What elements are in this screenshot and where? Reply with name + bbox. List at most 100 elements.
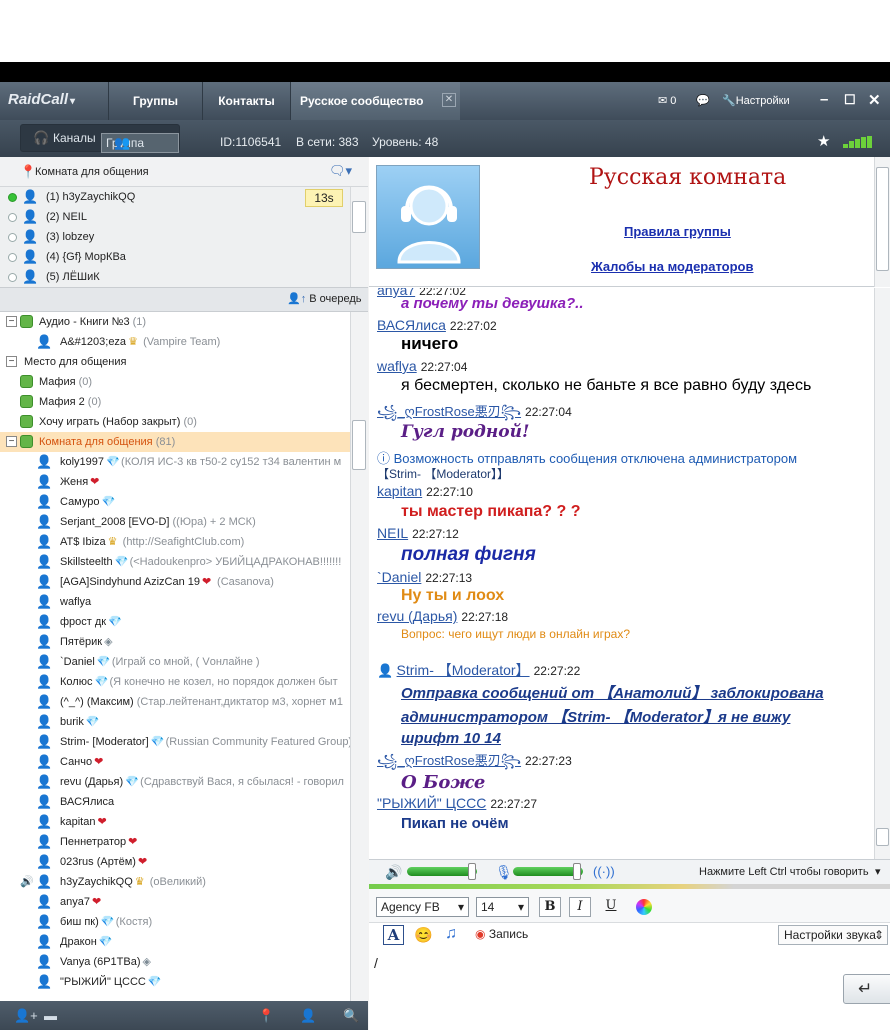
- queue-item[interactable]: 👤 (3) lobzey: [0, 227, 350, 247]
- channel-user[interactable]: 👤 burik 💎: [0, 712, 350, 732]
- channel-user[interactable]: 👤 Skillsteelth 💎(<Hadoukenpro> УБИЙЦАДРАКО…: [0, 552, 350, 572]
- channel-item[interactable]: − Аудио - Книги №3 (1): [0, 312, 350, 332]
- search-icon[interactable]: 🔍: [343, 1008, 359, 1024]
- channel-user[interactable]: 👤 anya7 ❤: [0, 892, 350, 912]
- join-queue-button[interactable]: 👤↑ В очередь: [287, 292, 362, 305]
- channel-user[interactable]: 👤 [AGA]Sindyhund AzizCan 19 ❤ (Casanova): [0, 572, 350, 592]
- chat-scrollbar[interactable]: [874, 288, 890, 859]
- channel-group[interactable]: − Место для общения: [0, 352, 350, 372]
- maximize-button[interactable]: ☐: [844, 92, 856, 108]
- channel-user[interactable]: 👤 Женя ❤: [0, 472, 350, 492]
- channel-item[interactable]: − Комната для общения (81): [0, 432, 350, 452]
- message-nick[interactable]: Strim- 【Moderator】: [397, 662, 530, 678]
- add-friend-icon[interactable]: 👤+: [14, 1008, 38, 1024]
- minimize-button[interactable]: –: [820, 91, 828, 108]
- voice-mode-dropdown-icon[interactable]: ▾: [875, 865, 881, 878]
- channel-user[interactable]: 👤 `Daniel 💎(Играй со мной, ( Vонлайне ): [0, 652, 350, 672]
- message-nick[interactable]: ꧁_ღFrostRose悪刃꧂: [377, 404, 521, 419]
- queue-scrollbar[interactable]: [350, 187, 368, 287]
- channel-user[interactable]: 🔊 👤 h3yZaychikQQ ♛ (оВеликий): [0, 872, 350, 892]
- channel-user[interactable]: 👤 A&#1203;eza ♛ (Vampire Team): [0, 332, 350, 352]
- speaker-volume-slider[interactable]: [407, 867, 477, 876]
- chat-scroll-thumb[interactable]: [876, 828, 889, 846]
- tab-russian-community[interactable]: Русское сообщество: [290, 82, 460, 120]
- collapse-icon[interactable]: ▬: [44, 1008, 57, 1023]
- font-select[interactable]: Agency FB ▾: [376, 897, 469, 917]
- mic-queue-menu-icon[interactable]: 🗨▾: [329, 163, 352, 179]
- close-tab-icon[interactable]: ✕: [442, 93, 456, 107]
- collapse-toggle-icon[interactable]: −: [6, 356, 17, 367]
- brand-menu[interactable]: RaidCall ▾: [8, 91, 75, 108]
- message-nick[interactable]: waflya: [377, 358, 417, 374]
- font-size-select[interactable]: 14 ▾: [476, 897, 529, 917]
- emoticon-icon[interactable]: 😊: [414, 926, 433, 944]
- tree-scrollbar[interactable]: [350, 312, 368, 1001]
- channel-user[interactable]: 👤 биш пк) 💎(Костя): [0, 912, 350, 932]
- channel-user[interactable]: 👤 Санчо ❤: [0, 752, 350, 772]
- message-nick[interactable]: ВАСЯлиса: [377, 317, 446, 333]
- tab-contacts[interactable]: Контакты: [202, 82, 290, 120]
- message-nick[interactable]: ꧁_ღFrostRose悪刃꧂: [377, 753, 521, 768]
- channel-user[interactable]: 👤 фрост дк 💎: [0, 612, 350, 632]
- channels-button[interactable]: 🎧 Каналы: [21, 125, 101, 151]
- queue-item[interactable]: 👤 (2) NEIL: [0, 207, 350, 227]
- channel-user[interactable]: 👤 "РЫЖИЙ" ЦССС 💎: [0, 972, 350, 992]
- font-style-icon[interactable]: A: [383, 925, 404, 945]
- settings-button[interactable]: 🔧Настройки: [722, 94, 790, 107]
- channel-item[interactable]: Мафия 2 (0): [0, 392, 350, 412]
- message-nick[interactable]: revu (Дарья): [377, 608, 457, 624]
- broadcast-icon[interactable]: ((·)): [593, 864, 615, 879]
- star-icon[interactable]: ★: [817, 132, 830, 150]
- send-button[interactable]: ↵: [843, 974, 890, 1004]
- channel-user[interactable]: 👤 kapitan ❤: [0, 812, 350, 832]
- channel-user[interactable]: 👤 revu (Дарья) 💎(Сдравствуй Вася, я сбылас…: [0, 772, 350, 792]
- mic-volume-knob[interactable]: [573, 863, 581, 880]
- queue-scroll-thumb[interactable]: [352, 201, 366, 233]
- music-icon[interactable]: ♫: [445, 925, 457, 943]
- queue-item[interactable]: 👤 (5) ЛЁШиК: [0, 267, 350, 287]
- speaker-icon[interactable]: 🔊: [385, 864, 402, 881]
- italic-button[interactable]: I: [569, 897, 591, 917]
- channel-user[interactable]: 👤 Дракон 💎: [0, 932, 350, 952]
- channel-user[interactable]: 👤 (^_^) (Максим) (Стар.лейтенант,диктатор…: [0, 692, 350, 712]
- collapse-toggle-icon[interactable]: −: [6, 316, 17, 327]
- user-icon[interactable]: 👤: [300, 1008, 316, 1024]
- channel-user[interactable]: 👤 Пеннетратор ❤: [0, 832, 350, 852]
- tab-groups[interactable]: Группы: [108, 82, 202, 120]
- channel-user[interactable]: 👤 Пятёрик ◈: [0, 632, 350, 652]
- sound-settings-select[interactable]: Настройки звука ⇕: [778, 925, 888, 945]
- channel-user[interactable]: 👤 Serjant_2008 [EVO-D] ((Юра) + 2 МСК): [0, 512, 350, 532]
- message-input[interactable]: / ↵: [369, 949, 890, 1030]
- channel-user[interactable]: 👤 Самуро 💎: [0, 492, 350, 512]
- group-button[interactable]: 👥 Группа: [101, 133, 179, 153]
- banner-scroll-thumb[interactable]: [876, 167, 889, 271]
- channel-user[interactable]: 👤 023rus (Артём) ❤: [0, 852, 350, 872]
- banner-scrollbar[interactable]: [874, 157, 890, 287]
- channel-user[interactable]: 👤 ВАСЯлиса: [0, 792, 350, 812]
- queue-item[interactable]: 👤 (1) h3yZaychikQQ: [0, 187, 350, 207]
- channel-user[interactable]: 👤 AT$ Ibiza ♛ (http://SeafightClub.com): [0, 532, 350, 552]
- moderator-complaints-link[interactable]: Жалобы на модераторов: [591, 259, 753, 274]
- chat-icon[interactable]: 💬: [696, 94, 710, 107]
- microphone-icon[interactable]: 🎙: [495, 864, 513, 881]
- record-button[interactable]: ◉ Запись: [475, 927, 528, 941]
- underline-button[interactable]: U: [600, 897, 622, 917]
- channel-item[interactable]: Хочу играть (Набор закрыт) (0): [0, 412, 350, 432]
- message-nick[interactable]: "РЫЖИЙ" ЦССС: [377, 795, 486, 811]
- collapse-toggle-icon[interactable]: −: [6, 436, 17, 447]
- channel-item[interactable]: Мафия (0): [0, 372, 350, 392]
- speaker-volume-knob[interactable]: [468, 863, 476, 880]
- rules-link[interactable]: Правила группы: [624, 224, 731, 239]
- close-window-button[interactable]: ✕: [868, 91, 881, 109]
- queue-item[interactable]: 👤 (4) {Gf} МорКВа: [0, 247, 350, 267]
- message-nick[interactable]: NEIL: [377, 525, 408, 541]
- bold-button[interactable]: B: [539, 897, 561, 917]
- tree-scroll-thumb[interactable]: [352, 420, 366, 470]
- channel-user[interactable]: 👤 waflya: [0, 592, 350, 612]
- channel-user[interactable]: 👤 Strim- [Moderator] 💎(Russian Community F…: [0, 732, 350, 752]
- channel-user[interactable]: 👤 Колюс 💎(Я конечно не козел, но порядок д…: [0, 672, 350, 692]
- message-nick[interactable]: `Daniel: [377, 569, 421, 585]
- channel-user[interactable]: 👤 koly1997 💎(КОЛЯ ИС-3 кв т50-2 су152 т34 …: [0, 452, 350, 472]
- color-picker-icon[interactable]: [636, 899, 652, 915]
- location-icon[interactable]: 📍: [258, 1008, 274, 1024]
